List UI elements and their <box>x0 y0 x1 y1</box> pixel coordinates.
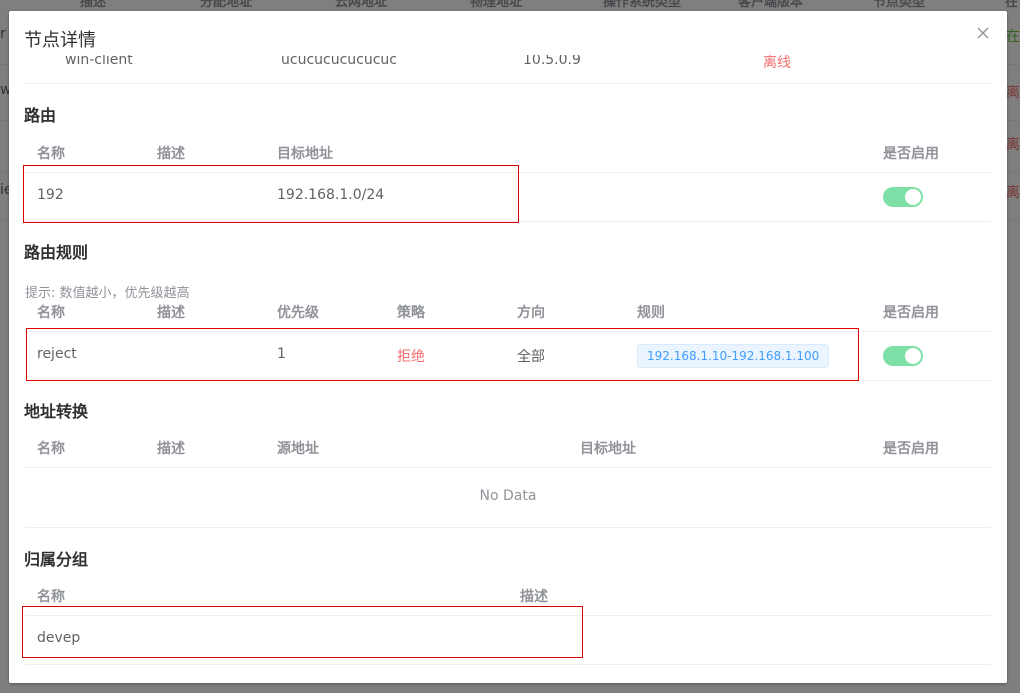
nat-col-enabled: 是否启用 <box>883 441 939 457</box>
dialog-body[interactable]: win-client ucucucucucucuc 10.5.0.9 离线 路由… <box>9 55 1007 683</box>
groups-table-header: 名称 描述 <box>25 575 991 616</box>
routes-col-target: 目标地址 <box>277 146 333 162</box>
dialog-title: 节点详情 <box>24 30 96 51</box>
nat-table: 名称 描述 源地址 目标地址 是否启用 No Data <box>25 427 991 528</box>
table-row: reject 1 拒绝 全部 192.168.1.10-192.168.1.10… <box>25 332 991 381</box>
nat-col-source: 源地址 <box>277 441 319 457</box>
rule-range-tag: 192.168.1.10-192.168.1.100 <box>637 344 830 368</box>
switch-knob <box>905 189 921 205</box>
nat-col-target: 目标地址 <box>580 441 636 457</box>
rule-priority: 1 <box>277 346 286 362</box>
rules-col-direction: 方向 <box>517 305 545 321</box>
routes-col-enabled: 是否启用 <box>883 146 939 162</box>
nat-empty-row: No Data <box>25 468 991 528</box>
rules-col-priority: 优先级 <box>277 305 319 321</box>
route-target: 192.168.1.0/24 <box>277 187 385 203</box>
node-address: ucucucucucucuc <box>281 55 397 68</box>
rules-col-enabled: 是否启用 <box>883 305 939 321</box>
empty-text: No Data <box>479 488 537 504</box>
groups-section-title: 归属分组 <box>24 550 89 569</box>
group-name: devep <box>37 630 81 646</box>
nat-col-description: 描述 <box>157 441 185 457</box>
nat-table-header: 名称 描述 源地址 目标地址 是否启用 <box>25 427 991 468</box>
route-rules-section-title: 路由规则 <box>24 243 89 262</box>
node-info-row: win-client ucucucucucucuc 10.5.0.9 离线 <box>25 55 991 84</box>
rules-col-description: 描述 <box>157 305 185 321</box>
rules-col-rule: 规则 <box>637 305 665 321</box>
node-version: 10.5.0.9 <box>523 55 581 68</box>
rules-col-name: 名称 <box>37 305 65 321</box>
groups-col-description: 描述 <box>520 589 548 605</box>
node-details-dialog: 节点详情 win-client ucucucucucucuc 10.5.0.9 … <box>9 11 1007 683</box>
route-name: 192 <box>37 187 64 203</box>
route-rules-table-header: 名称 描述 优先级 策略 方向 规则 是否启用 <box>25 291 991 332</box>
routes-col-name: 名称 <box>37 146 65 162</box>
routes-table: 名称 描述 目标地址 是否启用 192 192.168.1.0/24 <box>25 132 991 222</box>
groups-table: 名称 描述 devep <box>25 575 991 665</box>
routes-section-title: 路由 <box>24 106 57 125</box>
node-status: 离线 <box>763 55 791 71</box>
switch-knob <box>905 348 921 364</box>
groups-col-name: 名称 <box>37 589 65 605</box>
rule-name: reject <box>37 346 77 362</box>
routes-col-description: 描述 <box>157 146 185 162</box>
route-enabled-switch[interactable] <box>883 187 923 207</box>
routes-table-header: 名称 描述 目标地址 是否启用 <box>25 132 991 173</box>
table-row: devep <box>25 616 991 665</box>
rule-strategy: 拒绝 <box>397 349 425 365</box>
close-icon[interactable] <box>973 23 993 43</box>
nat-section-title: 地址转换 <box>24 402 89 421</box>
node-name: win-client <box>65 55 133 68</box>
rules-col-strategy: 策略 <box>397 305 425 321</box>
rule-enabled-switch[interactable] <box>883 346 923 366</box>
table-row: 192 192.168.1.0/24 <box>25 173 991 222</box>
nat-col-name: 名称 <box>37 441 65 457</box>
route-rules-table: 名称 描述 优先级 策略 方向 规则 是否启用 reject 1 拒绝 全部 1… <box>25 291 991 381</box>
rule-direction: 全部 <box>517 349 545 365</box>
